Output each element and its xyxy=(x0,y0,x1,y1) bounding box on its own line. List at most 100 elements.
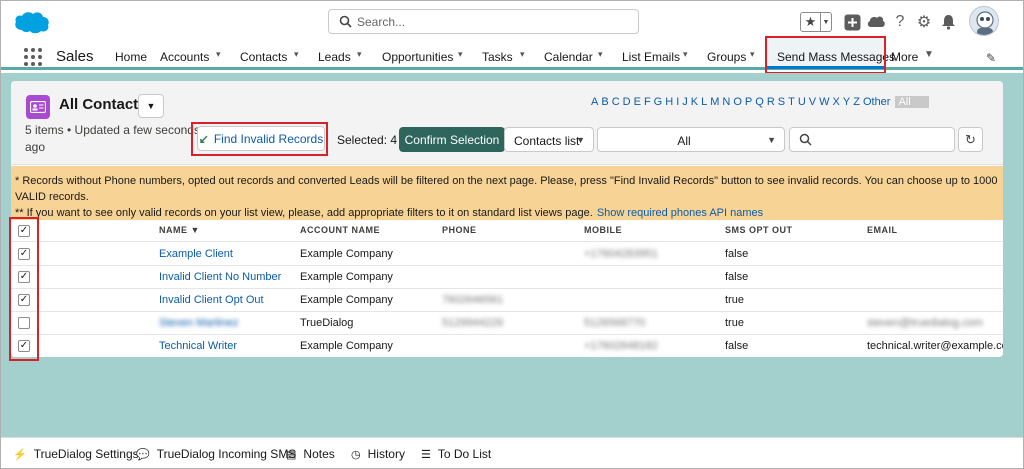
alpha-a[interactable]: A xyxy=(591,96,598,108)
alpha-y[interactable]: Y xyxy=(843,96,850,108)
select-all-checkbox[interactable]: ✓ xyxy=(18,225,30,237)
gear-icon[interactable]: ⚙ xyxy=(914,12,934,32)
row-checkbox[interactable]: ✓ xyxy=(18,271,30,283)
utility-notes[interactable]: ▤ Notes xyxy=(286,447,335,461)
alpha-h[interactable]: H xyxy=(665,96,673,108)
column-name[interactable]: NAME ▼ xyxy=(159,225,200,235)
alpha-e[interactable]: E xyxy=(634,96,641,108)
alpha-u[interactable]: U xyxy=(798,96,806,108)
tab-accounts[interactable]: Accounts xyxy=(160,50,209,64)
alpha-x[interactable]: X xyxy=(833,96,840,108)
tab-list-emails[interactable]: List Emails xyxy=(622,50,680,64)
alpha-v[interactable]: V xyxy=(809,96,816,108)
alpha-m[interactable]: M xyxy=(710,96,719,108)
row-checkbox[interactable]: ✓ xyxy=(18,340,30,352)
alpha-w[interactable]: W xyxy=(819,96,829,108)
alpha-s[interactable]: S xyxy=(778,96,785,108)
favorites-dropdown[interactable]: ▼ xyxy=(820,13,831,31)
utility-history[interactable]: ◷ History xyxy=(351,447,405,461)
utility-label: TrueDialog Settings xyxy=(33,447,139,461)
tab-send-mass-messages[interactable]: Send Mass Messages xyxy=(777,50,895,64)
utility-to-do-list[interactable]: ☰ To Do List xyxy=(421,447,491,461)
row-checkbox[interactable]: ✓ xyxy=(18,248,30,260)
alpha-other[interactable]: Other xyxy=(863,96,891,108)
chevron-down-icon[interactable]: ▾ xyxy=(294,49,299,60)
alpha-c[interactable]: C xyxy=(612,96,620,108)
alpha-q[interactable]: Q xyxy=(755,96,764,108)
bell-icon[interactable] xyxy=(938,12,958,32)
refresh-icon[interactable]: ↻ xyxy=(958,127,983,152)
caret-down-icon[interactable]: ▼ xyxy=(924,49,934,60)
tab-more[interactable]: More xyxy=(891,50,918,64)
row-checkbox[interactable]: ✓ xyxy=(18,294,30,306)
contact-name-link[interactable]: Example Client xyxy=(159,248,233,260)
salesforce-logo[interactable] xyxy=(13,9,51,35)
column-account-name[interactable]: ACCOUNT NAME xyxy=(300,225,380,235)
tab-leads[interactable]: Leads xyxy=(318,50,351,64)
find-invalid-records-button[interactable]: ↙ Find Invalid Records xyxy=(197,126,325,151)
column-mobile[interactable]: MOBILE xyxy=(584,225,622,235)
list-view-picker[interactable]: ▼ xyxy=(138,94,164,118)
app-launcher-icon[interactable] xyxy=(24,48,42,66)
row-checkbox[interactable] xyxy=(18,317,30,329)
list-search-input[interactable] xyxy=(789,127,955,152)
utility-truedialog-incoming-sms[interactable]: 💬 TrueDialog Incoming SMS xyxy=(136,447,296,461)
show-api-names-link[interactable]: Show required phones API names xyxy=(597,207,763,219)
alpha-l[interactable]: L xyxy=(701,96,707,108)
chevron-down-icon[interactable]: ▾ xyxy=(520,49,525,60)
chevron-down-icon[interactable]: ▾ xyxy=(216,49,221,60)
edit-nav-icon[interactable]: ✎ xyxy=(986,51,996,65)
column-sms-opt-out[interactable]: SMS OPT OUT xyxy=(725,225,793,235)
chevron-down-icon[interactable]: ▾ xyxy=(750,49,755,60)
chevron-down-icon[interactable]: ▾ xyxy=(357,49,362,60)
cloud-icon[interactable] xyxy=(866,12,886,32)
tab-home[interactable]: Home xyxy=(115,50,147,64)
tab-tasks[interactable]: Tasks xyxy=(482,50,513,64)
search-input[interactable] xyxy=(357,14,627,30)
contact-name-link[interactable]: Technical Writer xyxy=(159,340,237,352)
tab-calendar[interactable]: Calendar xyxy=(544,50,593,64)
list-type-value: Contacts list xyxy=(514,134,580,148)
utility-truedialog-settings[interactable]: ⚡ TrueDialog Settings xyxy=(13,447,139,461)
utility-label: To Do List xyxy=(437,447,492,461)
alpha-z[interactable]: Z xyxy=(853,96,860,108)
contact-name-link[interactable]: Steven Martinez xyxy=(159,317,238,329)
search-icon xyxy=(339,15,352,28)
global-search[interactable] xyxy=(328,9,639,34)
column-email[interactable]: EMAIL xyxy=(867,225,898,235)
star-icon[interactable]: ★ xyxy=(801,13,820,31)
tab-opportunities[interactable]: Opportunities xyxy=(382,50,453,64)
alpha-n[interactable]: N xyxy=(722,96,730,108)
tab-contacts[interactable]: Contacts xyxy=(240,50,287,64)
confirm-selection-button[interactable]: Confirm Selection xyxy=(399,127,505,152)
contact-name-link[interactable]: Invalid Client Opt Out xyxy=(159,294,264,306)
account-name: Example Company xyxy=(300,340,393,352)
global-header: ★ ▼ ? ⚙ xyxy=(1,1,1023,43)
column-phone[interactable]: PHONE xyxy=(442,225,477,235)
avatar[interactable] xyxy=(969,6,999,36)
alpha-i[interactable]: I xyxy=(676,96,679,108)
alpha-f[interactable]: F xyxy=(644,96,651,108)
plus-icon[interactable] xyxy=(842,12,862,32)
contact-name-link[interactable]: Invalid Client No Number xyxy=(159,271,281,283)
alpha-p[interactable]: P xyxy=(745,96,752,108)
alpha-r[interactable]: R xyxy=(767,96,775,108)
alpha-k[interactable]: K xyxy=(691,96,698,108)
help-icon[interactable]: ? xyxy=(890,12,910,32)
list-type-select[interactable]: Contacts list ▼ xyxy=(504,127,594,152)
tab-groups[interactable]: Groups xyxy=(707,50,746,64)
chevron-down-icon[interactable]: ▾ xyxy=(458,49,463,60)
utility-label: History xyxy=(367,447,405,461)
clock-icon: ◷ xyxy=(351,448,361,461)
alpha-b[interactable]: B xyxy=(601,96,608,108)
filter-select[interactable]: All ▼ xyxy=(597,127,785,152)
alpha-t[interactable]: T xyxy=(788,96,795,108)
favorites-button[interactable]: ★ ▼ xyxy=(800,12,832,32)
alpha-o[interactable]: O xyxy=(733,96,742,108)
alpha-g[interactable]: G xyxy=(654,96,663,108)
alpha-all[interactable]: All xyxy=(895,96,929,108)
alpha-j[interactable]: J xyxy=(682,96,688,108)
alpha-d[interactable]: D xyxy=(623,96,631,108)
chevron-down-icon[interactable]: ▾ xyxy=(598,49,603,60)
chevron-down-icon[interactable]: ▾ xyxy=(683,49,688,60)
